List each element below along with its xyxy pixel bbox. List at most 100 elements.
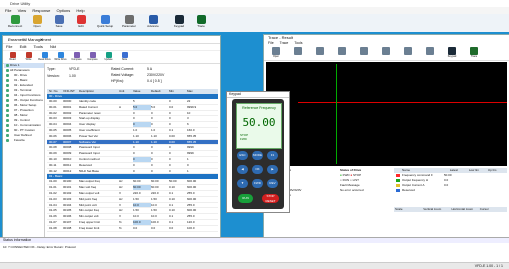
toolbar-edit-button[interactable]: Edit	[70, 15, 92, 31]
table-cell: 0.00	[169, 139, 175, 144]
param-tool-button[interactable]: Read	[6, 52, 19, 61]
param-tool-button[interactable]: Update	[102, 52, 115, 61]
table-cell[interactable]: 5.0	[133, 104, 151, 110]
status-run: RUN	[342, 178, 350, 182]
table-cell[interactable]: 5	[133, 99, 151, 104]
table-cell[interactable]: 1.10	[133, 140, 151, 145]
trace-tool-button[interactable]	[290, 47, 306, 55]
keypad-right-button[interactable]: ▶	[267, 165, 278, 174]
table-cell[interactable]: 0	[133, 116, 151, 121]
table-cell[interactable]: 60.00	[133, 179, 151, 184]
trace-tool-button[interactable]	[400, 47, 416, 55]
param-menu-edit[interactable]: Edit	[20, 44, 27, 49]
param-tool-button[interactable]: Write	[22, 52, 35, 61]
toolbar-open-button[interactable]: Open	[26, 15, 48, 31]
menu-view[interactable]: View	[18, 8, 27, 13]
toolbar-parameter-button[interactable]: Parameter	[118, 15, 140, 31]
cursor-line[interactable]	[336, 64, 337, 164]
legend-swatch	[396, 174, 400, 177]
status-text: VFD-E 1.00 - 1 / 1	[474, 264, 503, 268]
keypad-left-button[interactable]: ◀	[237, 165, 248, 174]
keypad-fwd-button[interactable]: FWD	[252, 179, 263, 188]
legend-row[interactable]: Reserved	[394, 188, 507, 193]
table-cell: 9999.9	[187, 104, 197, 109]
keypad-stop-button[interactable]: STOP RESET	[262, 194, 279, 203]
column-header[interactable]: Min	[169, 89, 187, 94]
trace-tool-button[interactable]	[356, 47, 372, 55]
keypad-ok-button[interactable]: OK	[252, 165, 263, 174]
column-header[interactable]: Value	[133, 89, 151, 94]
trace-tool-button[interactable]	[312, 47, 328, 55]
keypad-down-button[interactable]: ▼	[237, 179, 248, 188]
trace-tool-button[interactable]: Keypad	[444, 47, 460, 58]
menu-options[interactable]: Options	[56, 8, 70, 13]
legend-column: Low lim	[468, 168, 479, 172]
keypad-rev-button[interactable]: REV	[267, 179, 278, 188]
table-cell[interactable]: 0	[133, 145, 151, 150]
toolbar-advance-button[interactable]: Advance	[142, 15, 164, 31]
trace-menu-file[interactable]: File	[268, 41, 274, 45]
legend-scale-item[interactable]: Scale	[394, 207, 422, 212]
toolbar-reconnect-button[interactable]: Reconnect	[4, 15, 26, 31]
table-cell[interactable]: 0	[133, 151, 151, 156]
param-menu-tools[interactable]: Tools	[34, 44, 43, 49]
table-cell[interactable]: 1.0	[133, 128, 151, 133]
param-tool-button[interactable]: Write Drive	[54, 52, 67, 61]
param-menu-nkt[interactable]: Nkt	[50, 44, 56, 49]
param-tool-button[interactable]: Read Drive	[38, 52, 51, 61]
table-cell	[119, 140, 133, 145]
menu-help[interactable]: Help	[76, 8, 84, 13]
column-header[interactable]: Description	[79, 89, 119, 94]
param-menu-file[interactable]: File	[6, 44, 12, 49]
menu-response[interactable]: Response	[32, 8, 50, 13]
legend-scale-item[interactable]: Horizontal zoom	[451, 207, 479, 212]
param-tool-button[interactable]: Note	[118, 52, 131, 61]
table-cell[interactable]: 0.0	[133, 226, 151, 231]
table-cell: 00003	[63, 116, 72, 121]
keypad-run-button[interactable]: RUN	[238, 194, 253, 203]
toolbar-save-button[interactable]: Save	[48, 15, 70, 31]
param-tool-button[interactable]: Compare	[86, 52, 99, 61]
legend-scale-item[interactable]: Vertical zoom	[422, 207, 450, 212]
table-cell[interactable]: 10.0	[133, 214, 151, 219]
legend-scale-item[interactable]: Cursor	[479, 207, 507, 212]
table-cell[interactable]: 0	[133, 163, 151, 168]
status-information-title: Status information	[0, 238, 509, 243]
oscilloscope-plot[interactable]	[266, 62, 507, 166]
table-cell[interactable]: 0	[133, 169, 151, 174]
table-cell: 01-02	[49, 190, 57, 195]
keypad-esc-button[interactable]: ESC	[237, 151, 248, 160]
table-cell[interactable]: 10.0	[133, 202, 151, 208]
table-cell: 0.1	[169, 202, 174, 207]
trace-tool-button[interactable]	[422, 47, 438, 55]
trace-tool-button[interactable]	[378, 47, 394, 55]
param-tool-button[interactable]: Compare	[70, 52, 83, 61]
trace-menu-tools[interactable]: Tools	[294, 41, 302, 45]
trace-tool-button[interactable]	[334, 47, 350, 55]
column-header[interactable]: Unit	[119, 89, 133, 94]
table-cell[interactable]: 60.00	[133, 185, 151, 190]
toolbar-keypad-button[interactable]: Keypad	[168, 15, 190, 31]
column-header[interactable]: Max	[187, 89, 207, 94]
table-cell[interactable]: 0	[133, 111, 151, 116]
toolbar-quick-setup-button[interactable]: Quick Setup	[94, 15, 116, 31]
table-cell[interactable]: 0	[133, 156, 151, 162]
menu-file[interactable]: File	[5, 8, 11, 13]
column-header[interactable]: VFD-INT	[63, 89, 79, 94]
keypad-mode-button[interactable]: MODE	[252, 151, 263, 160]
table-row[interactable]: 01-08 00108 Freq lower limit% 0.0 0.0 0.0 100.…	[47, 226, 218, 232]
trace-menu-trace[interactable]: Trace	[280, 41, 289, 45]
window-controls[interactable]: – ☐ ✕	[8, 37, 217, 42]
table-cell[interactable]: 0	[133, 122, 151, 127]
table-cell[interactable]: 220.0	[133, 191, 151, 196]
table-cell[interactable]: 1.50	[133, 208, 151, 213]
trace-tool-button[interactable]: Open	[268, 47, 284, 58]
keypad-fn-button[interactable]: F1	[267, 151, 278, 160]
table-cell[interactable]: 1.50	[133, 197, 151, 202]
table-cell[interactable]: 1.10	[133, 134, 151, 139]
tree-item[interactable]: Favorite	[4, 138, 44, 143]
column-header[interactable]: Default	[151, 89, 169, 94]
toolbar-trace-button[interactable]: Trace	[190, 15, 212, 31]
trace-tool-button[interactable]: Trace	[466, 47, 482, 58]
table-cell[interactable]: 100.0	[133, 219, 151, 225]
